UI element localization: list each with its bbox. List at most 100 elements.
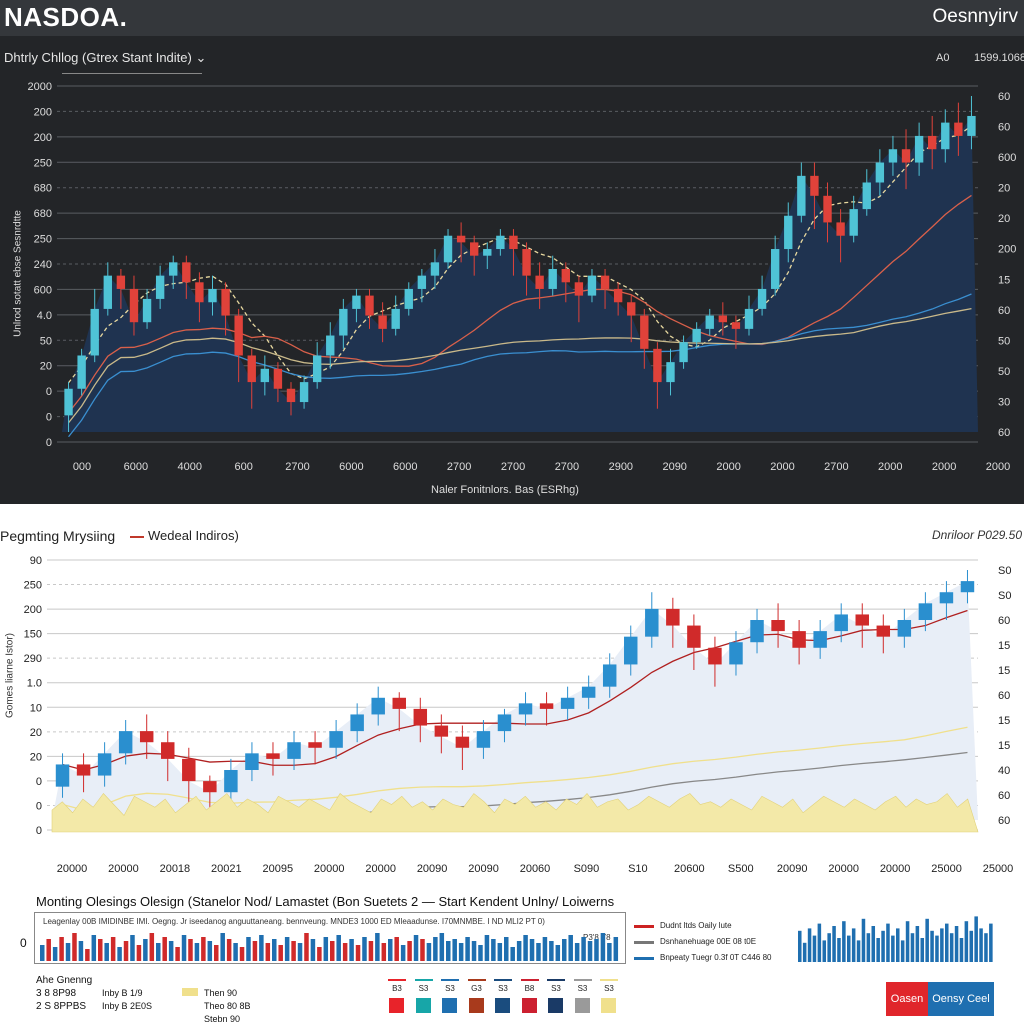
volume-bar xyxy=(143,939,148,961)
volume-bar xyxy=(979,928,983,962)
color-square xyxy=(389,998,404,1013)
volume-bar xyxy=(233,943,238,961)
y-tick-label-left: 200 xyxy=(24,604,42,616)
x-tick-label: 000 xyxy=(73,461,91,473)
volume-bar xyxy=(905,921,910,962)
color-square xyxy=(574,998,590,1013)
y-tick-label-left: 250 xyxy=(24,580,42,592)
candle-body xyxy=(792,631,806,648)
volume-bar xyxy=(807,928,812,962)
candle-body xyxy=(729,642,743,665)
y-tick-label-right: 60 xyxy=(998,305,1010,317)
blue-action-button[interactable]: Oensy Ceel xyxy=(928,982,994,1016)
y-tick-label-right: 60 xyxy=(998,790,1010,802)
candle-body xyxy=(247,355,256,383)
candle-body xyxy=(705,315,714,329)
volume-bar xyxy=(278,945,283,961)
candle-body xyxy=(208,288,217,303)
candle-body xyxy=(560,697,575,709)
candle-body xyxy=(76,764,91,776)
red-action-button[interactable]: Oasen xyxy=(886,982,928,1016)
volume-bar xyxy=(304,933,309,961)
volume-bar xyxy=(368,941,374,961)
volume-bar xyxy=(439,933,445,961)
candle-body xyxy=(350,714,364,732)
volume-bar xyxy=(104,943,109,961)
volume-bar xyxy=(594,939,599,961)
volume-bar xyxy=(949,933,954,962)
y-tick-label-left: 10 xyxy=(30,702,42,714)
candle-body xyxy=(535,275,544,289)
volume-bar xyxy=(822,940,827,962)
square-legend-label: S3 xyxy=(445,984,455,993)
y-tick-label-left: 680 xyxy=(34,183,52,195)
volume-bar xyxy=(984,933,988,962)
y-tick-label-left: 200 xyxy=(34,132,52,144)
volume-bar xyxy=(214,945,219,961)
volume-bar xyxy=(910,933,915,962)
volume-bar xyxy=(78,941,84,961)
volume-bar xyxy=(478,945,483,961)
y-tick-label-right: 60 xyxy=(998,91,1010,103)
y-tick-label-left: 2000 xyxy=(28,81,52,93)
candle-body xyxy=(939,592,954,604)
candle-body xyxy=(679,342,688,363)
y-tick-label-left: 0 xyxy=(36,825,42,837)
volume-bar xyxy=(856,940,861,962)
candle-body xyxy=(90,308,99,356)
x-tick-label: 20000 xyxy=(828,863,859,875)
candle-body xyxy=(97,753,112,776)
y-tick-label-right: 15 xyxy=(998,665,1010,677)
x-tick-label: 2700 xyxy=(501,461,525,473)
volume-bar xyxy=(407,941,412,961)
candle-body xyxy=(326,335,335,356)
x-tick-label: 25000 xyxy=(983,863,1014,875)
candle-body xyxy=(539,703,554,709)
table-cell: Inby B 2E0S xyxy=(102,1001,153,1011)
volume-bar xyxy=(362,937,367,961)
volume-bar xyxy=(259,935,264,961)
candle-body xyxy=(810,175,819,196)
volume-bar xyxy=(291,941,296,961)
candle-body xyxy=(653,348,662,383)
candle-body xyxy=(784,215,793,250)
volume-bar xyxy=(394,937,399,961)
table-cell: Then 90 xyxy=(204,988,238,998)
volume-bar xyxy=(523,935,528,961)
volume-bar xyxy=(866,933,871,962)
volume-bar xyxy=(330,941,335,961)
x-tick-label: 2900 xyxy=(609,461,633,473)
candle-body xyxy=(509,235,518,250)
candle-body xyxy=(413,708,428,726)
volume-bar xyxy=(46,939,51,961)
x-tick-label: 4000 xyxy=(178,461,202,473)
volume-bar xyxy=(446,941,451,961)
y-tick-label-left: 50 xyxy=(40,335,52,347)
volume-bar xyxy=(562,939,567,961)
candle-body xyxy=(627,302,636,316)
volume-bar xyxy=(945,923,949,962)
volume-bar xyxy=(336,935,341,961)
volume-bar xyxy=(837,938,841,962)
y-tick-label-right: 60 xyxy=(998,690,1010,702)
candle-body xyxy=(103,275,112,309)
y-tick-label-right: 15 xyxy=(998,640,1010,652)
volume-bar xyxy=(342,943,348,961)
volume-bar xyxy=(896,928,900,962)
candle-body xyxy=(169,262,178,276)
volume-bar xyxy=(201,937,206,961)
candle-body xyxy=(266,753,280,759)
candle-body xyxy=(365,295,374,316)
y-tick-label-left: 150 xyxy=(24,629,42,641)
x-tick-label: 2000 xyxy=(716,461,740,473)
volume-bar xyxy=(420,939,425,961)
volume-bar xyxy=(964,921,969,962)
color-square xyxy=(415,998,431,1013)
volume-bar xyxy=(388,939,393,961)
y-tick-label-right: 50 xyxy=(998,366,1010,378)
y-tick-label-left: 250 xyxy=(34,234,52,246)
candle-body xyxy=(456,235,466,243)
table-cell: 3 8 8P98 xyxy=(36,988,77,999)
candle-body xyxy=(718,315,728,323)
candle-body xyxy=(645,608,659,637)
